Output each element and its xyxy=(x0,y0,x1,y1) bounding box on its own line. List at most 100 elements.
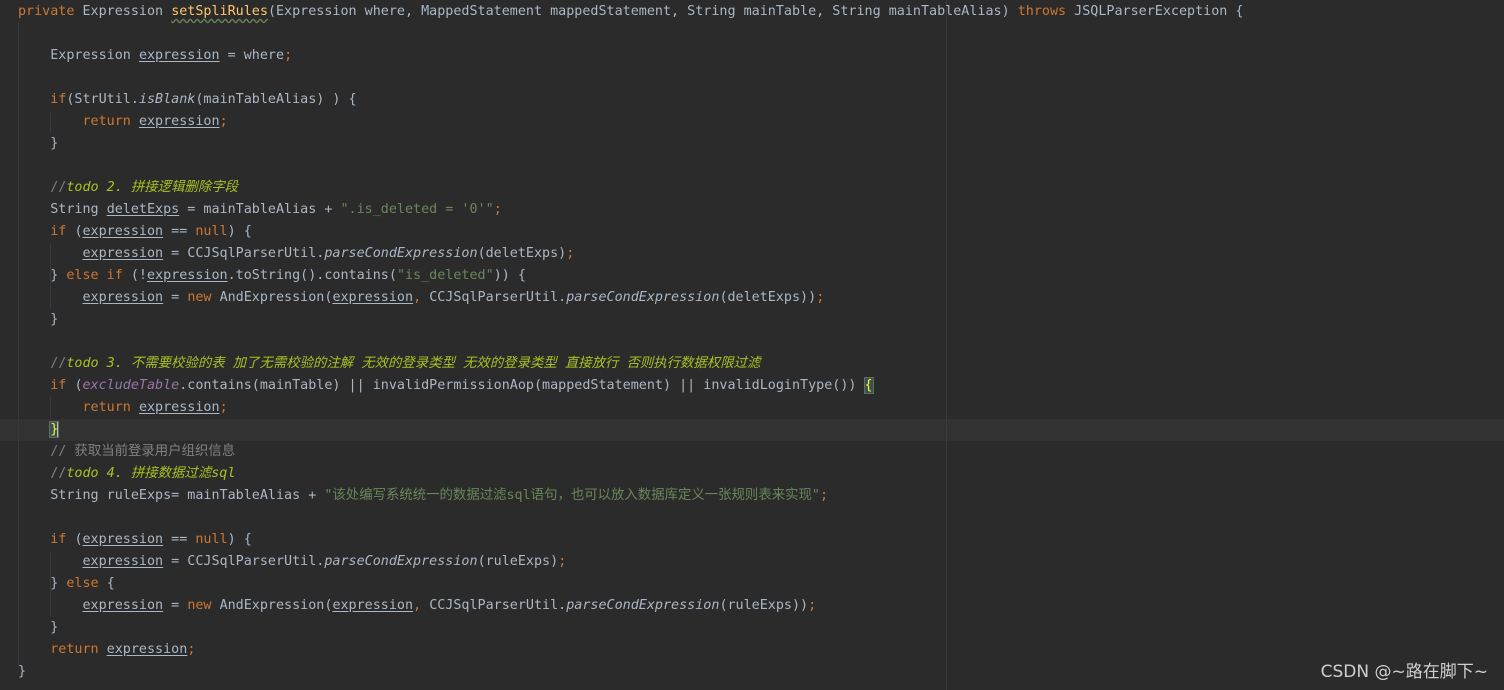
code-line-text: String ruleExps= mainTableAlias + "该处编写系… xyxy=(18,485,828,507)
code-line[interactable]: //todo 2. 拼接逻辑删除字段 xyxy=(0,177,1504,199)
code-token: ".is_deleted = '0'" xyxy=(340,202,494,217)
code-line[interactable]: } xyxy=(0,617,1504,639)
code-token: expression xyxy=(82,532,164,547)
code-token: } xyxy=(18,268,67,283)
code-token: if xyxy=(50,224,75,239)
code-token: else xyxy=(66,576,107,591)
code-line[interactable] xyxy=(0,507,1504,529)
code-token: excludeTable xyxy=(82,378,180,393)
code-line[interactable]: return expression; xyxy=(0,639,1504,661)
code-line[interactable]: } else { xyxy=(0,573,1504,595)
code-line[interactable]: } xyxy=(0,309,1504,331)
code-token: new xyxy=(187,598,220,613)
code-line-text: } xyxy=(18,309,58,331)
code-token: expression xyxy=(332,290,414,305)
code-token: AndExpression( xyxy=(219,598,333,613)
code-line[interactable] xyxy=(0,155,1504,177)
code-token: expression xyxy=(106,642,188,657)
code-token: = mainTableAlias + xyxy=(179,202,341,217)
code-line-text: if (excludeTable.contains(mainTable) || … xyxy=(18,375,874,397)
code-token: "该处编写系统统一的数据过滤sql语句，也可以放入数据库定义一张规则表来实现" xyxy=(324,488,820,503)
code-token: // xyxy=(50,466,67,481)
code-token: (ruleExps) xyxy=(477,554,559,569)
code-line[interactable] xyxy=(0,331,1504,353)
code-line[interactable]: expression = CCJSqlParserUtil.parseCondE… xyxy=(0,243,1504,265)
code-token: return xyxy=(82,114,139,129)
code-line[interactable]: } xyxy=(0,133,1504,155)
code-token: expression xyxy=(82,246,164,261)
code-token: == xyxy=(163,224,196,239)
code-token: Expression xyxy=(18,48,139,63)
code-token: = CCJSqlParserUtil. xyxy=(163,554,325,569)
code-line[interactable]: expression = new AndExpression(expressio… xyxy=(0,287,1504,309)
code-line[interactable]: } xyxy=(0,661,1504,683)
code-token: (! xyxy=(130,268,147,283)
code-token: AndExpression( xyxy=(219,290,333,305)
code-line-text: } else { xyxy=(18,573,115,595)
code-token: ( xyxy=(74,378,83,393)
code-token: (deletExps) xyxy=(477,246,567,261)
code-line-text: String deletExps = mainTableAlias + ".is… xyxy=(18,199,502,221)
code-token: expression xyxy=(82,290,164,305)
code-line-text: } xyxy=(18,617,58,639)
code-line[interactable]: } xyxy=(0,419,1504,441)
code-line[interactable] xyxy=(0,23,1504,45)
code-token: } xyxy=(18,664,27,679)
code-line[interactable]: expression = new AndExpression(expressio… xyxy=(0,595,1504,617)
code-line-text: expression = new AndExpression(expressio… xyxy=(18,595,817,617)
code-line[interactable]: if (expression == null) { xyxy=(0,221,1504,243)
code-line[interactable] xyxy=(0,67,1504,89)
code-line[interactable]: if (expression == null) { xyxy=(0,529,1504,551)
code-line[interactable]: //todo 4. 拼接数据过滤sql xyxy=(0,463,1504,485)
code-line-text: Expression expression = where; xyxy=(18,45,292,67)
code-token: expression xyxy=(332,598,414,613)
code-token: // xyxy=(50,180,67,195)
code-line[interactable]: //todo 3. 不需要校验的表 加了无需校验的注解 无效的登录类型 无效的登… xyxy=(0,353,1504,375)
code-line[interactable]: return expression; xyxy=(0,397,1504,419)
code-token: } xyxy=(18,576,67,591)
code-editor[interactable]: private Expression setSpliRules(Expressi… xyxy=(0,0,1504,690)
code-token: (Expression where, MappedStatement mappe… xyxy=(267,4,1018,19)
code-token: null xyxy=(195,224,228,239)
code-token: if xyxy=(50,532,75,547)
code-token: new xyxy=(187,290,220,305)
code-token: String ruleExps= mainTableAlias + xyxy=(18,488,325,503)
code-line[interactable]: String deletExps = mainTableAlias + ".is… xyxy=(0,199,1504,221)
code-line-text: expression = CCJSqlParserUtil.parseCondE… xyxy=(18,551,567,573)
code-token: { xyxy=(106,576,115,591)
code-token: expression xyxy=(82,598,164,613)
code-token: (StrUtil. xyxy=(66,92,139,107)
code-token: else if xyxy=(66,268,131,283)
code-token: CCJSqlParserUtil. xyxy=(429,598,567,613)
code-token: parseCondExpression xyxy=(566,290,720,305)
code-token: parseCondExpression xyxy=(324,246,478,261)
code-token: } xyxy=(18,136,59,151)
code-token: (deletExps)) xyxy=(719,290,817,305)
code-token: } xyxy=(18,312,59,327)
code-line[interactable]: // 获取当前登录用户组织信息 xyxy=(0,441,1504,463)
code-line[interactable]: if (excludeTable.contains(mainTable) || … xyxy=(0,375,1504,397)
code-area[interactable]: private Expression setSpliRules(Expressi… xyxy=(0,1,1504,683)
code-line[interactable]: return expression; xyxy=(0,111,1504,133)
code-line[interactable]: expression = CCJSqlParserUtil.parseCondE… xyxy=(0,551,1504,573)
code-token: (ruleExps)) xyxy=(719,598,809,613)
code-line[interactable]: private Expression setSpliRules(Expressi… xyxy=(0,1,1504,23)
code-token: ; xyxy=(219,114,228,129)
code-token: ; xyxy=(493,202,502,217)
code-line[interactable]: if(StrUtil.isBlank(mainTableAlias) ) { xyxy=(0,89,1504,111)
code-line-text: if (expression == null) { xyxy=(18,221,252,243)
code-line-text: return expression; xyxy=(18,397,228,419)
code-line[interactable]: String ruleExps= mainTableAlias + "该处编写系… xyxy=(0,485,1504,507)
code-line[interactable]: } else if (!expression.toString().contai… xyxy=(0,265,1504,287)
code-line[interactable]: Expression expression = where; xyxy=(0,45,1504,67)
code-token: if xyxy=(50,378,75,393)
code-token: ( xyxy=(74,532,83,547)
